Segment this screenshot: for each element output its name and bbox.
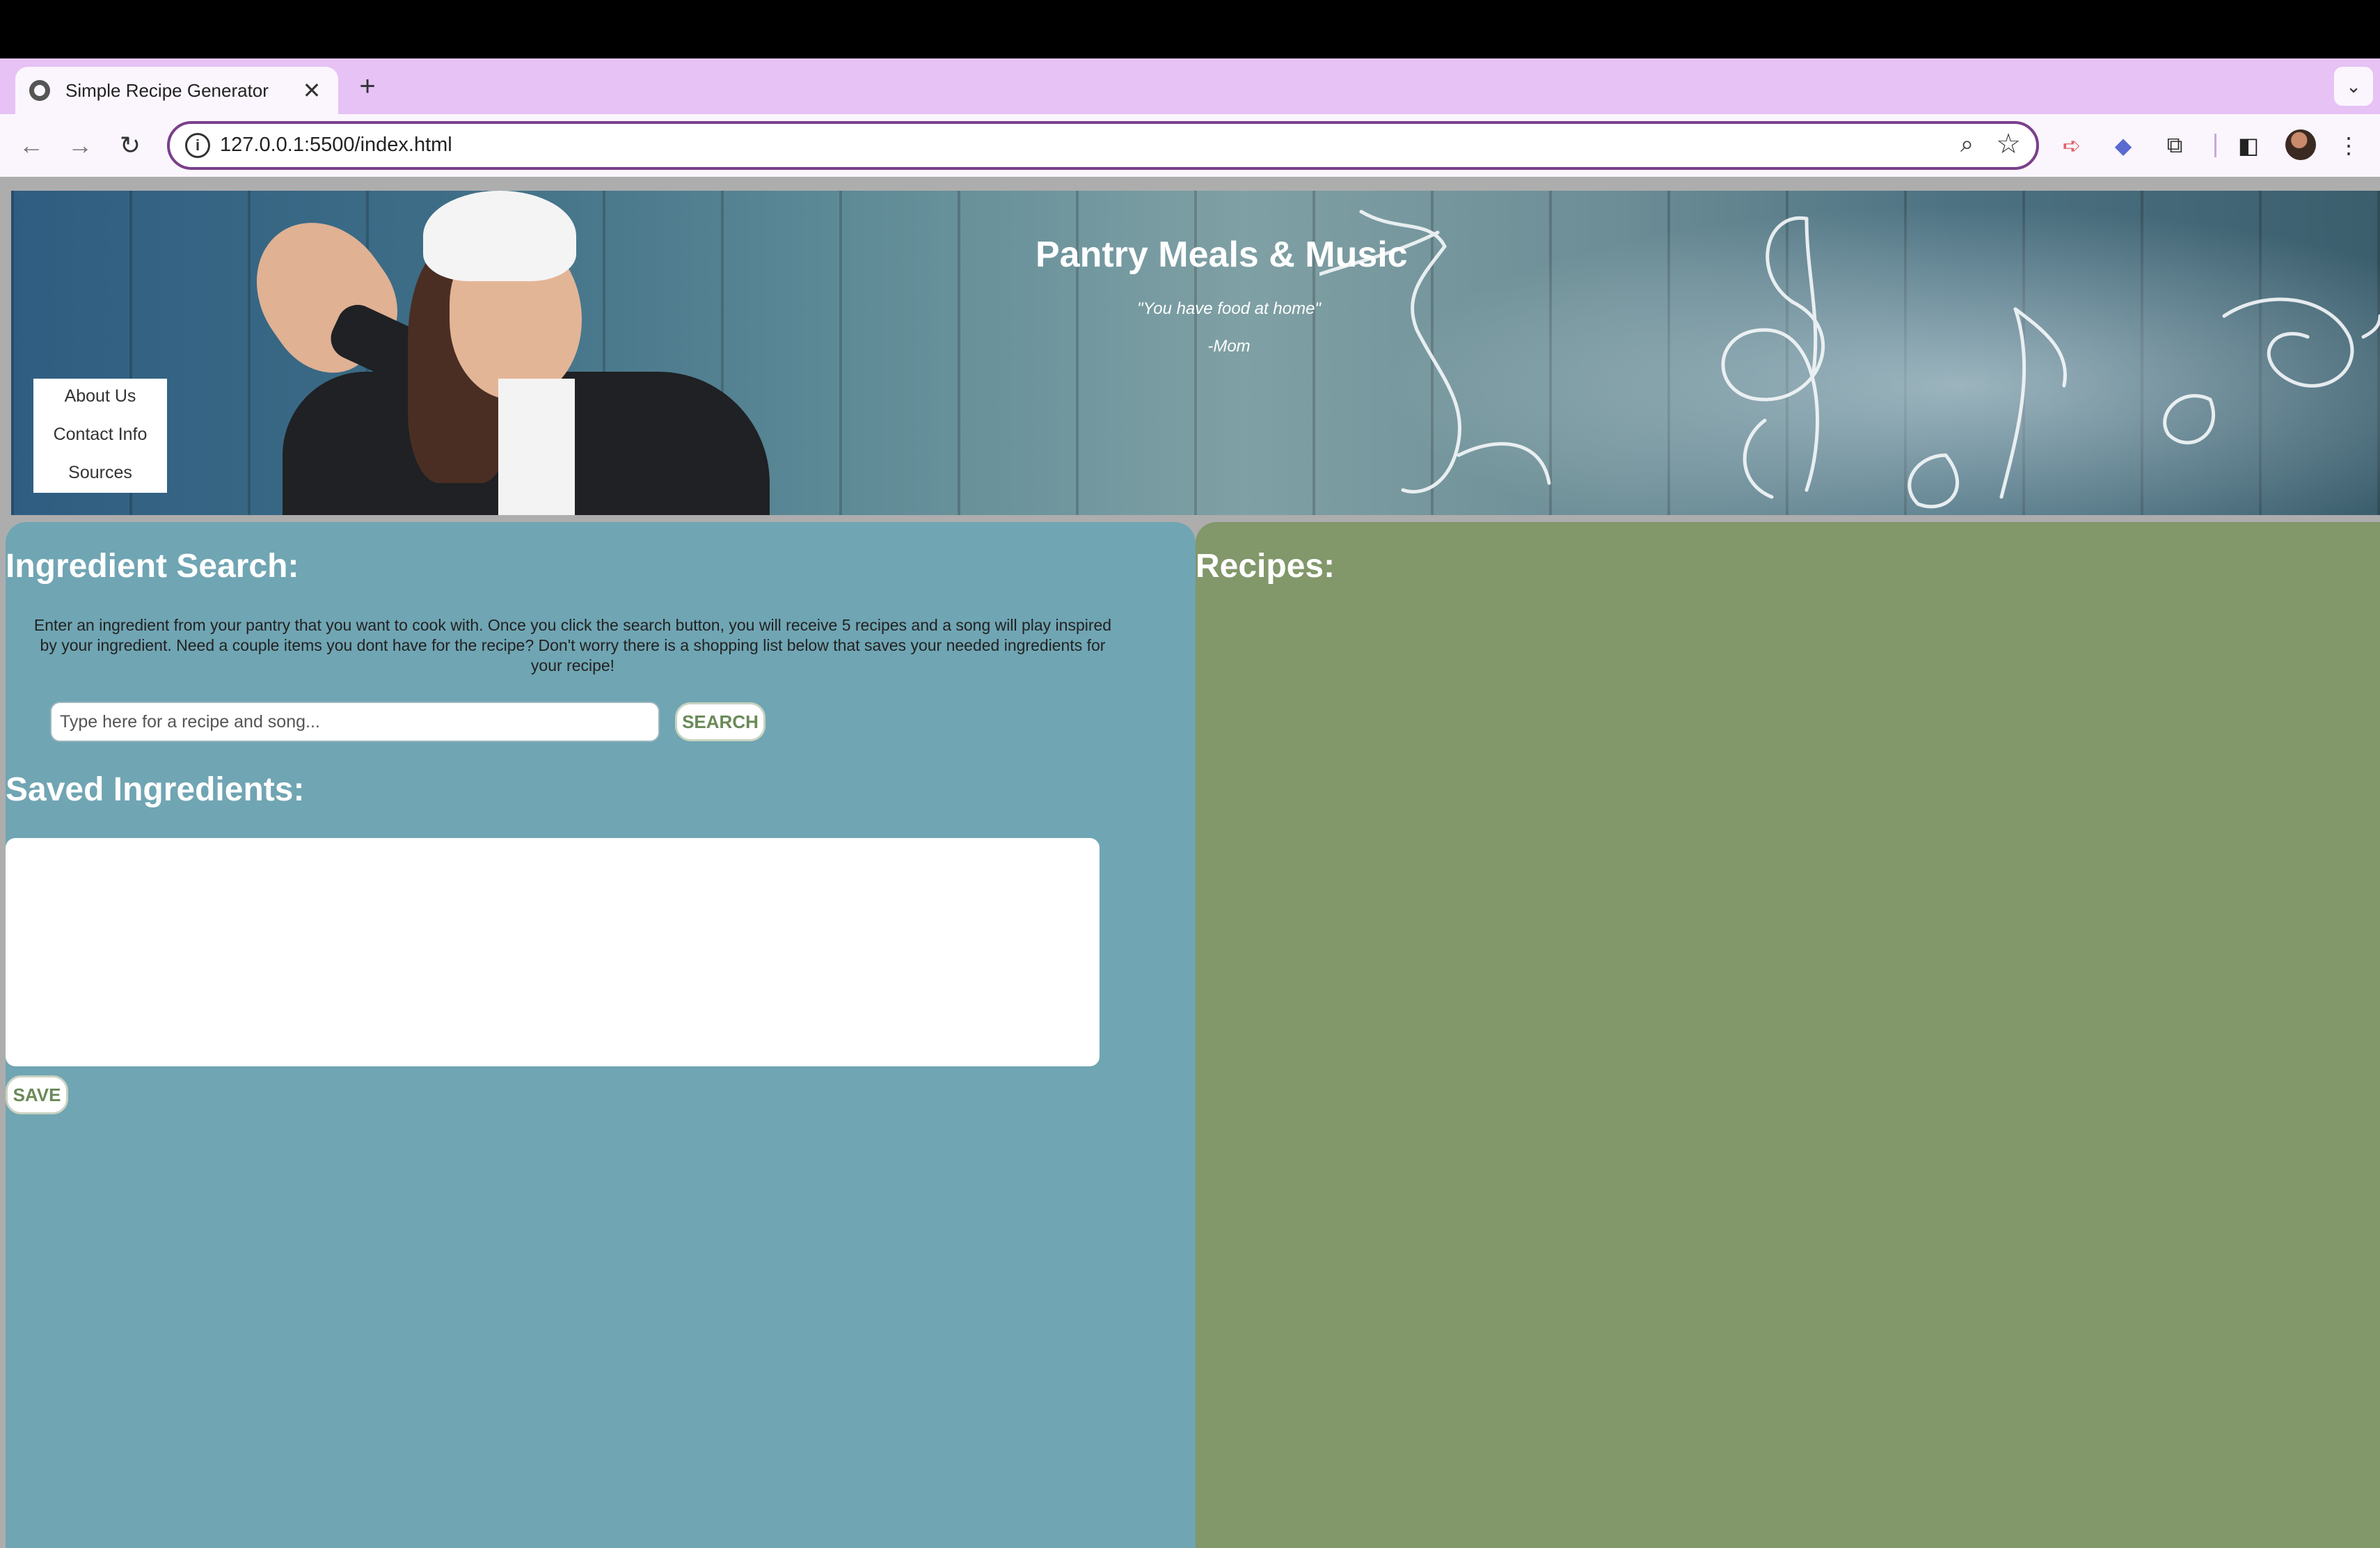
sidebar-icon[interactable]: ◧: [2234, 131, 2263, 160]
extension-icon[interactable]: ➪: [2057, 131, 2086, 160]
nav-link-sources[interactable]: Sources: [33, 455, 167, 493]
header-banner: Pantry Meals & Music "You have food at h…: [11, 191, 2380, 515]
more-icon[interactable]: ⋮: [2334, 131, 2363, 160]
browser-tab[interactable]: Simple Recipe Generator ✕: [15, 67, 338, 114]
new-tab-button[interactable]: +: [355, 67, 380, 106]
url-text[interactable]: 127.0.0.1:5500/index.html: [220, 134, 452, 157]
ingredient-search-heading: Ingredient Search:: [6, 548, 299, 585]
saved-ingredients-heading: Saved Ingredients:: [6, 771, 305, 808]
page-viewport: Pantry Meals & Music "You have food at h…: [0, 177, 2380, 1548]
globe-icon: [29, 80, 50, 101]
save-button[interactable]: SAVE: [6, 1075, 68, 1114]
search-button[interactable]: SEARCH: [675, 702, 765, 741]
back-icon[interactable]: ←: [15, 129, 47, 161]
recipes-heading: Recipes:: [1196, 548, 1335, 585]
star-icon[interactable]: ☆: [1996, 128, 2021, 160]
nav-menu: About Us Contact Info Sources: [33, 379, 167, 493]
tab-title: Simple Recipe Generator: [65, 79, 269, 101]
chef-collar: [498, 379, 575, 515]
browser-toolbar: ← → ↻ i 127.0.0.1:5500/index.html ⌕ ☆ ➪ …: [0, 114, 2380, 177]
address-bar[interactable]: i 127.0.0.1:5500/index.html ⌕ ☆: [167, 121, 2039, 170]
chef-hat: [423, 191, 576, 281]
forward-icon[interactable]: →: [64, 129, 96, 161]
search-instructions: Enter an ingredient from your pantry tha…: [6, 615, 1140, 676]
chef-image: [229, 191, 770, 515]
zoom-icon[interactable]: ⌕: [1960, 131, 1974, 158]
instructions-line: your recipe!: [530, 656, 615, 674]
reload-icon[interactable]: ↻: [114, 129, 146, 161]
nav-link-contact-info[interactable]: Contact Info: [33, 417, 167, 455]
extension-icon[interactable]: ◆: [2109, 131, 2138, 160]
tab-search-button[interactable]: ⌄: [2334, 67, 2373, 106]
info-icon[interactable]: i: [185, 133, 210, 158]
profile-avatar[interactable]: [2285, 129, 2316, 160]
screen-top-bar: [0, 0, 2380, 58]
search-input[interactable]: [50, 702, 660, 742]
music-notes-image: [1319, 210, 2380, 509]
quote-text: "You have food at home": [1137, 299, 1321, 318]
instructions-line: Enter an ingredient from your pantry tha…: [33, 616, 1112, 634]
puzzle-icon[interactable]: ⧉: [2160, 131, 2189, 160]
toolbar-divider: [2214, 134, 2216, 157]
saved-ingredients-textarea[interactable]: [6, 838, 1100, 1066]
site-title: Pantry Meals & Music: [1036, 235, 1408, 275]
quote-attribution: -Mom: [1207, 337, 1251, 356]
nav-link-about-us[interactable]: About Us: [33, 379, 167, 417]
instructions-line: by your ingredient. Need a couple items …: [40, 636, 1106, 654]
recipes-panel: [1196, 522, 2380, 1548]
close-icon[interactable]: ✕: [299, 78, 324, 103]
